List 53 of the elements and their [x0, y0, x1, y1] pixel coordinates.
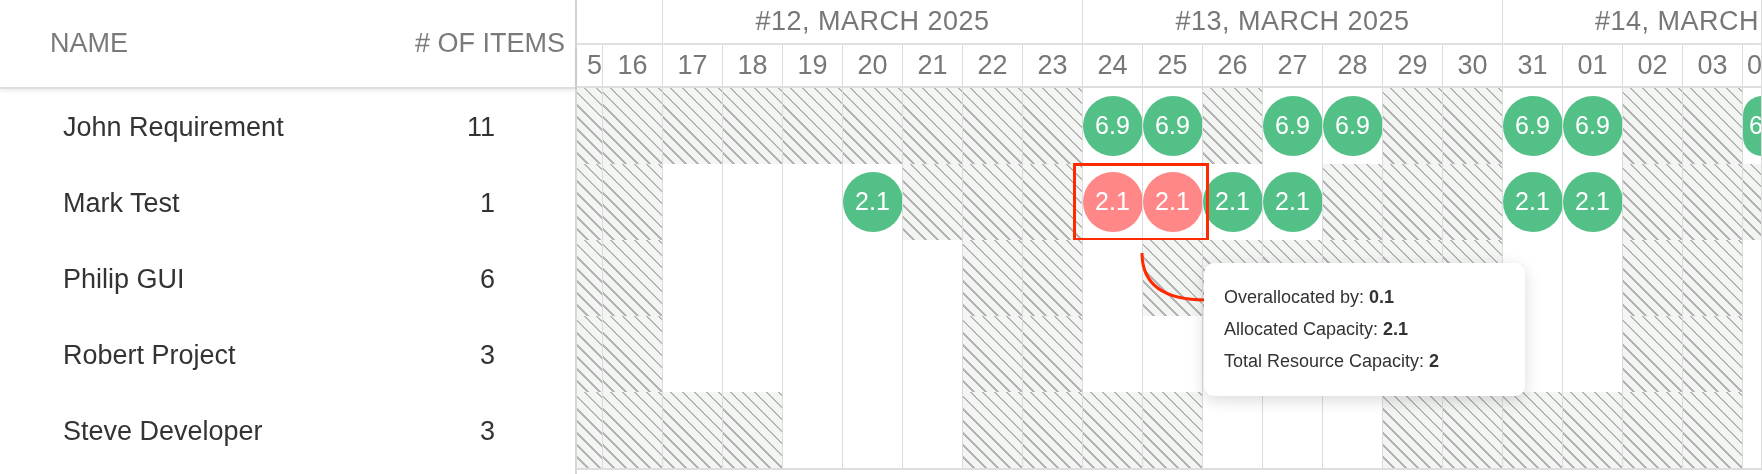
tooltip-line: Allocated Capacity: 2.1	[1224, 318, 1410, 341]
allocation-bubble[interactable]: 6.9	[1143, 96, 1202, 156]
allocation-bubble[interactable]: 6.9	[1263, 96, 1322, 156]
day-header: 30	[1457, 49, 1488, 83]
name-column-header[interactable]: NAME	[50, 23, 128, 64]
day-header: 16	[617, 49, 648, 83]
day-header: 24	[1097, 49, 1128, 83]
day-header: 27	[1277, 49, 1308, 83]
tooltip-line: Overallocated by: 0.1	[1224, 286, 1396, 309]
allocation-bubble[interactable]: 2.1	[1143, 172, 1202, 232]
week-header: #14, MARCH	[1595, 5, 1760, 39]
day-header: 21	[917, 49, 948, 83]
allocation-bubble[interactable]: 2.1	[1203, 172, 1262, 232]
day-header: 26	[1217, 49, 1248, 83]
day-header: 29	[1397, 49, 1428, 83]
week-header: #13, MARCH 2025	[1175, 5, 1410, 39]
allocation-bubble[interactable]: 2.1	[1263, 172, 1322, 232]
allocation-bubble[interactable]: 6.9	[1563, 96, 1622, 156]
day-header: 19	[797, 49, 828, 83]
day-header: 20	[857, 49, 888, 83]
item-count: 1	[479, 186, 495, 220]
item-count: 11	[466, 110, 495, 144]
resource-name: John Requirement	[63, 110, 284, 144]
allocation-bubble[interactable]: 2.1	[1503, 172, 1562, 232]
day-header: 31	[1517, 49, 1548, 83]
day-header: 03	[1697, 49, 1728, 83]
day-header: 28	[1337, 49, 1368, 83]
resource-name: Mark Test	[63, 186, 180, 220]
day-header: 01	[1577, 49, 1608, 83]
day-header: 17	[677, 49, 708, 83]
item-count: 3	[479, 338, 495, 372]
day-header: 23	[1037, 49, 1068, 83]
day-header: 22	[977, 49, 1008, 83]
day-header: 18	[737, 49, 768, 83]
day-header: 25	[1157, 49, 1188, 83]
week-header: #12, MARCH 2025	[755, 5, 990, 39]
resource-name: Philip GUI	[63, 262, 185, 296]
item-count: 6	[479, 262, 495, 296]
allocation-bubble[interactable]: 2.1	[1563, 172, 1622, 232]
day-header: 0	[1747, 49, 1761, 83]
allocation-bubble[interactable]: 6.9	[1083, 96, 1142, 156]
allocation-bubble[interactable]: 2.1	[843, 172, 902, 232]
resource-name: Steve Developer	[63, 414, 263, 448]
items-column-header[interactable]: # OF ITEMS	[414, 23, 565, 64]
tooltip-line: Total Resource Capacity: 2	[1224, 350, 1441, 373]
day-header: 02	[1637, 49, 1668, 83]
allocation-bubble[interactable]: 6	[1743, 96, 1761, 156]
allocation-bubble[interactable]: 6.9	[1323, 96, 1382, 156]
allocation-bubble[interactable]: 6.9	[1503, 96, 1562, 156]
item-count: 3	[479, 414, 495, 448]
allocation-bubble[interactable]: 2.1	[1083, 172, 1142, 232]
day-header: 5	[586, 49, 602, 83]
resource-name: Robert Project	[63, 338, 236, 372]
